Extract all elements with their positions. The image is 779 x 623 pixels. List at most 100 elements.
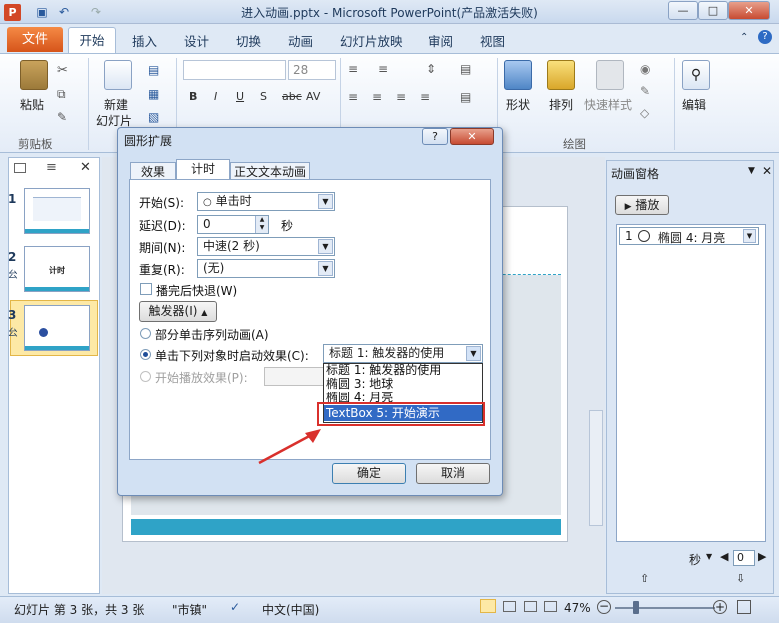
tab-transitions[interactable]: 切换	[236, 31, 261, 50]
dialog-close-button[interactable]: ✕	[450, 128, 494, 145]
pane-options-icon[interactable]: ▼	[748, 166, 755, 176]
copy-icon[interactable]: ⧉	[57, 87, 66, 102]
rewind-checkbox[interactable]	[140, 283, 152, 295]
slideshow-view-icon[interactable]	[544, 601, 557, 612]
tab-file[interactable]: 文件	[7, 27, 63, 52]
rewind-label[interactable]: 播完后快退(W)	[156, 282, 237, 299]
fill-icon[interactable]: ◉	[640, 62, 650, 76]
align-text-icon[interactable]: ▤	[460, 90, 471, 104]
tab-timing[interactable]: 计时	[176, 159, 230, 181]
bold-button[interactable]: B	[189, 90, 197, 103]
language[interactable]: 中文(中国)	[262, 601, 319, 618]
shadow-button[interactable]: abc	[282, 90, 302, 103]
trigger-object-select[interactable]: 标题 1: 触发器的使用 ▼	[323, 344, 483, 363]
pane-close-icon[interactable]: ✕	[80, 160, 91, 175]
line-spacing-icon[interactable]: ⇕	[426, 62, 436, 76]
seconds-value[interactable]: 0	[733, 550, 755, 566]
ok-button[interactable]: 确定	[332, 463, 406, 484]
zoom-slider[interactable]	[615, 607, 715, 609]
seconds-label[interactable]: 秒	[689, 551, 701, 568]
arrange-label[interactable]: 排列	[549, 96, 573, 113]
timeline-forward-icon[interactable]: ▶	[758, 550, 766, 563]
repeat-select[interactable]: (无) ▼	[197, 259, 335, 278]
paste-icon[interactable]	[20, 60, 48, 90]
radio-start-effect[interactable]	[140, 371, 151, 382]
cancel-button[interactable]: 取消	[416, 463, 490, 484]
timeline-back-icon[interactable]: ◀	[720, 550, 728, 563]
tab-home[interactable]: 开始	[68, 27, 116, 54]
animation-list-item[interactable]: 1 椭圆 4: 月亮 ▼	[619, 227, 759, 245]
text-direction-icon[interactable]: ▤	[460, 62, 471, 76]
spellcheck-icon[interactable]: ✓	[230, 600, 240, 614]
radio-sequence-label[interactable]: 部分单击序列动画(A)	[155, 326, 269, 343]
reading-view-icon[interactable]	[524, 601, 537, 612]
tab-insert[interactable]: 插入	[132, 31, 157, 50]
minimize-button[interactable]: —	[668, 1, 698, 20]
help-icon[interactable]: ?	[758, 30, 772, 44]
quick-style-icon[interactable]	[596, 60, 624, 90]
normal-view-icon[interactable]	[480, 599, 496, 613]
slide-thumbnail-1[interactable]	[24, 188, 90, 234]
reorder-up-icon[interactable]: ⇧	[640, 572, 649, 585]
tab-review[interactable]: 审阅	[428, 31, 453, 50]
tab-animations[interactable]: 动画	[288, 31, 313, 50]
radio-sequence[interactable]	[140, 328, 151, 339]
animation-pane-close-icon[interactable]: ✕	[762, 164, 772, 178]
shape-label[interactable]: 形状	[506, 96, 530, 113]
trigger-option[interactable]: 标题 1: 触发器的使用	[326, 364, 441, 377]
layout-icon[interactable]: ▤	[148, 63, 159, 77]
radio-on-click-object-label[interactable]: 单击下列对象时启动效果(C):	[155, 347, 309, 364]
underline-button[interactable]: U	[236, 90, 244, 103]
fit-window-icon[interactable]	[737, 600, 751, 614]
bullets-icon[interactable]: ≡	[348, 62, 358, 76]
new-slide-icon[interactable]	[104, 60, 132, 90]
radio-start-effect-label[interactable]: 开始播放效果(P):	[155, 369, 248, 386]
radio-on-click-object[interactable]	[140, 349, 151, 360]
reorder-down-icon[interactable]: ⇩	[736, 572, 745, 585]
tab-slideshow[interactable]: 幻灯片放映	[340, 31, 403, 50]
slides-tab-icon[interactable]	[14, 163, 26, 173]
tab-design[interactable]: 设计	[184, 31, 209, 50]
outline-icon[interactable]: ✎	[640, 84, 650, 98]
align-left-icon[interactable]: ≡	[348, 90, 358, 104]
justify-icon[interactable]: ≡	[420, 90, 430, 104]
italic-button[interactable]: I	[214, 90, 217, 103]
edit-label[interactable]: 编辑	[682, 96, 706, 113]
sorter-view-icon[interactable]	[503, 601, 516, 612]
zoom-out-icon[interactable]: −	[597, 600, 611, 614]
align-center-icon[interactable]: ≡	[372, 90, 382, 104]
cut-icon[interactable]: ✂	[57, 63, 68, 78]
maximize-button[interactable]: □	[698, 1, 728, 20]
trigger-option[interactable]: 椭圆 3: 地球	[326, 378, 393, 391]
slide-thumbnail-3[interactable]	[24, 305, 90, 351]
seconds-dropdown-icon[interactable]: ▼	[706, 552, 712, 561]
font-name-box[interactable]	[183, 60, 286, 80]
new-slide-label[interactable]: 新建	[104, 96, 128, 113]
section-icon[interactable]: ▧	[148, 110, 159, 124]
reset-icon[interactable]: ▦	[148, 87, 159, 101]
align-right-icon[interactable]: ≡	[396, 90, 406, 104]
item-dropdown-icon[interactable]: ▼	[743, 229, 756, 243]
arrange-icon[interactable]	[547, 60, 575, 90]
numbering-icon[interactable]: ≡	[378, 62, 388, 76]
slide-thumbnail-2[interactable]: 计时	[24, 246, 90, 292]
find-icon[interactable]: ⚲	[682, 60, 710, 90]
play-button[interactable]: ▶ 播放	[615, 195, 669, 215]
format-painter-icon[interactable]: ✎	[57, 110, 67, 124]
char-spacing-button[interactable]: AV	[306, 90, 320, 103]
start-select[interactable]: ○ 单击时 ▼	[197, 192, 335, 211]
quick-style-label[interactable]: 快速样式	[584, 96, 632, 113]
strikethrough-button[interactable]: S	[260, 90, 267, 103]
shape-icon[interactable]	[504, 60, 532, 90]
zoom-level[interactable]: 47%	[564, 601, 591, 615]
outline-tab-icon[interactable]: ≡	[46, 160, 57, 175]
minimize-ribbon-icon[interactable]: ⌃	[740, 32, 748, 43]
vertical-scrollbar[interactable]	[589, 410, 603, 526]
paste-label[interactable]: 粘贴	[20, 96, 44, 113]
close-button[interactable]: ✕	[728, 1, 770, 20]
tab-view[interactable]: 视图	[480, 31, 505, 50]
dialog-help-button[interactable]: ?	[422, 128, 448, 145]
font-size-box[interactable]: 28	[288, 60, 336, 80]
period-select[interactable]: 中速(2 秒) ▼	[197, 237, 335, 256]
delay-spinner[interactable]: ▲ ▼	[255, 216, 268, 233]
